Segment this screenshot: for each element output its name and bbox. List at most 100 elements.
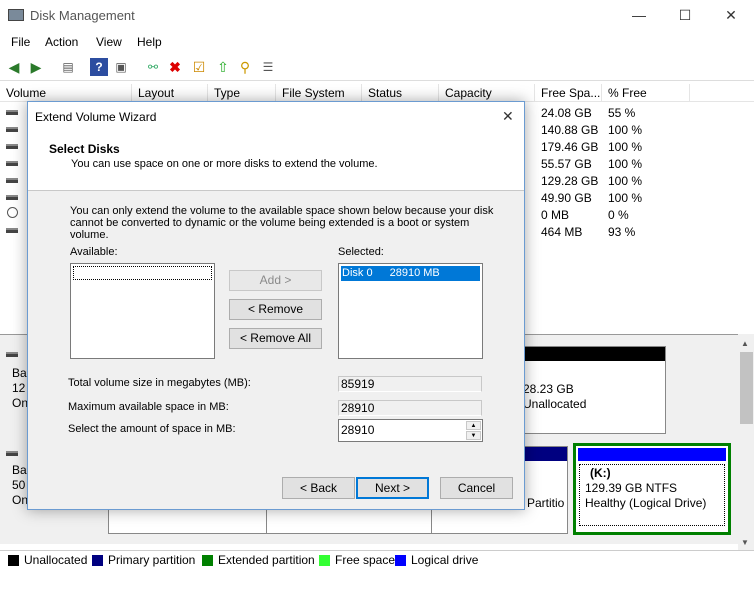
volume-icon (6, 161, 18, 166)
row-percent-free: 100 % (608, 157, 643, 171)
row-percent-free: 0 % (608, 208, 629, 222)
help-icon[interactable]: ? (90, 58, 108, 76)
available-disks-list[interactable] (70, 263, 215, 359)
row-free-space: 179.46 GB (541, 140, 599, 154)
disk-1-status: On (12, 396, 29, 410)
disk-management-app-icon (8, 9, 24, 21)
col-file-system[interactable]: File System (276, 84, 362, 102)
selected-disk-size: 28910 MB (389, 267, 440, 279)
properties-icon[interactable]: ▣ (112, 58, 130, 76)
disk-icon (6, 451, 18, 456)
window-title: Disk Management (30, 8, 135, 23)
maximize-button[interactable]: ☐ (662, 0, 708, 31)
row-percent-free: 100 % (608, 191, 643, 205)
check-icon[interactable]: ☑ (190, 58, 208, 76)
forward-arrow-icon[interactable]: ▶ (27, 58, 45, 76)
selected-disks-list[interactable]: Disk 0 28910 MB (338, 263, 483, 359)
col-volume[interactable]: Volume (0, 84, 132, 102)
list-icon[interactable]: ☰ (259, 58, 277, 76)
dialog-title: Extend Volume Wizard (35, 110, 157, 124)
remove-button[interactable]: < Remove (229, 299, 322, 320)
menu-file[interactable]: File (11, 35, 30, 49)
k-drive-status: Healthy (Logical Drive) (585, 496, 707, 510)
menu-action[interactable]: Action (45, 35, 78, 49)
legend-unallocated: Unallocated (24, 553, 88, 567)
volume-icon (6, 110, 18, 115)
row-percent-free: 55 % (608, 106, 636, 120)
disk-2-size: 50 (12, 478, 26, 492)
dialog-close-icon[interactable]: ✕ (502, 108, 514, 125)
scroll-down-icon[interactable]: ▼ (741, 538, 749, 547)
connect-icon[interactable]: ⚯ (144, 58, 162, 76)
disk-2-status: On (12, 493, 29, 507)
selected-disk-item[interactable]: Disk 0 28910 MB (341, 266, 480, 281)
col-percent-free[interactable]: % Free (602, 84, 690, 102)
back-arrow-icon[interactable]: ◀ (5, 58, 23, 76)
info-text: You can only extend the volume to the av… (70, 205, 494, 241)
unallocated-status: Unallocated (523, 397, 587, 411)
scrollbar-thumb[interactable] (740, 352, 753, 424)
col-free-space[interactable]: Free Spa... (535, 84, 602, 102)
close-button[interactable]: ✕ (708, 0, 754, 31)
max-space-label: Maximum available space in MB: (68, 401, 229, 413)
row-free-space: 129.28 GB (541, 174, 599, 188)
col-layout[interactable]: Layout (132, 84, 208, 102)
row-percent-free: 100 % (608, 140, 643, 154)
row-free-space: 49.90 GB (541, 191, 592, 205)
next-button[interactable]: Next > (356, 477, 429, 499)
disk-1-label: Ba (12, 366, 27, 380)
selected-label: Selected: (338, 246, 384, 258)
partition-label-partial: Partitio (527, 496, 565, 510)
up-folder-icon[interactable]: ⇧ (214, 58, 232, 76)
legend-logical: Logical drive (411, 553, 479, 567)
spin-up-icon[interactable]: ▲ (466, 421, 481, 430)
selected-disk-name: Disk 0 (342, 267, 373, 279)
partition-divider (266, 510, 267, 534)
legend-free-space-swatch (319, 555, 330, 566)
available-label: Available: (70, 246, 118, 258)
legend-primary-swatch (92, 555, 103, 566)
menu-view[interactable]: View (96, 35, 122, 49)
partition-divider (431, 510, 432, 534)
row-percent-free: 100 % (608, 123, 643, 137)
row-free-space: 0 MB (541, 208, 570, 222)
console-tree-icon[interactable]: ▤ (59, 58, 77, 76)
minimize-button[interactable]: — (616, 0, 662, 31)
remove-all-button[interactable]: < Remove All (229, 328, 322, 349)
amount-input[interactable]: 28910 (341, 423, 374, 437)
amount-label: Select the amount of space in MB: (68, 423, 236, 435)
wizard-subheading: You can use space on one or more disks t… (71, 158, 378, 170)
col-type[interactable]: Type (208, 84, 276, 102)
legend-unallocated-swatch (8, 555, 19, 566)
row-free-space: 464 MB (541, 225, 583, 239)
cancel-button[interactable]: Cancel (440, 477, 513, 499)
amount-stepper[interactable]: 28910 ▲ ▼ (338, 419, 483, 442)
k-drive-letter: (K:) (590, 466, 611, 480)
search-icon[interactable]: ⚲ (236, 58, 254, 76)
unallocated-size: 28.23 GB (523, 382, 574, 396)
volume-icon (6, 195, 18, 200)
back-button[interactable]: < Back (282, 477, 355, 499)
col-capacity[interactable]: Capacity (439, 84, 535, 102)
cd-drive-icon (7, 207, 18, 218)
row-free-space: 140.88 GB (541, 123, 599, 137)
disk-1-size: 12 (12, 381, 26, 395)
legend-logical-swatch (395, 555, 406, 566)
volume-icon (6, 144, 18, 149)
menu-help[interactable]: Help (137, 35, 162, 49)
row-percent-free: 93 % (608, 225, 636, 239)
spin-down-icon[interactable]: ▼ (466, 431, 481, 440)
legend-extended-swatch (202, 555, 213, 566)
col-status[interactable]: Status (362, 84, 439, 102)
volume-icon (6, 228, 18, 233)
add-button[interactable]: Add > (229, 270, 322, 291)
volume-icon (6, 127, 18, 132)
total-size-value: 85919 (338, 376, 482, 392)
legend-free-space: Free space (335, 553, 396, 567)
row-free-space: 55.57 GB (541, 157, 592, 171)
delete-icon[interactable]: ✖ (166, 58, 184, 76)
row-percent-free: 100 % (608, 174, 643, 188)
scroll-up-icon[interactable]: ▲ (741, 339, 749, 348)
extend-volume-wizard-dialog: Extend Volume Wizard ✕ Select Disks You … (27, 101, 525, 510)
total-size-label: Total volume size in megabytes (MB): (68, 377, 251, 389)
